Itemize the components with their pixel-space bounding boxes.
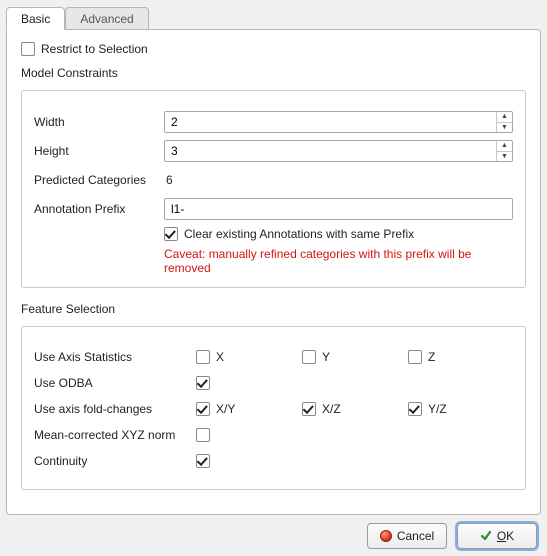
dialog-root: Basic Advanced Restrict to Selection Mod… xyxy=(0,0,547,556)
feature-selection-legend: Feature Selection xyxy=(21,302,526,316)
model-constraints-group: Width ▲ ▼ Height ▲ ▼ xyxy=(21,90,526,288)
restrict-to-selection-label: Restrict to Selection xyxy=(41,42,148,56)
height-step-up[interactable]: ▲ xyxy=(497,141,512,152)
odba-checkbox[interactable] xyxy=(196,376,210,390)
height-step-down[interactable]: ▼ xyxy=(497,152,512,162)
axis-y-checkbox[interactable] xyxy=(302,350,316,364)
ok-button-label: OK xyxy=(497,529,514,543)
height-label: Height xyxy=(34,144,164,158)
ok-button[interactable]: OK xyxy=(457,523,537,549)
axis-z-label: Z xyxy=(428,350,435,364)
clear-annotations-label: Clear existing Annotations with same Pre… xyxy=(184,227,414,241)
continuity-checkbox[interactable] xyxy=(196,454,210,468)
axis-x-checkbox[interactable] xyxy=(196,350,210,364)
fold-xy-checkbox[interactable] xyxy=(196,402,210,416)
model-constraints-legend: Model Constraints xyxy=(21,66,526,80)
predicted-categories-value: 6 xyxy=(164,173,173,187)
fold-yz-label: Y/Z xyxy=(428,402,447,416)
fold-xy-label: X/Y xyxy=(216,402,235,416)
clear-annotations-checkbox[interactable] xyxy=(164,227,178,241)
width-step-up[interactable]: ▲ xyxy=(497,112,512,123)
tab-advanced[interactable]: Advanced xyxy=(65,7,148,30)
annotation-prefix-input[interactable] xyxy=(164,198,513,220)
width-step-down[interactable]: ▼ xyxy=(497,123,512,133)
cancel-button[interactable]: Cancel xyxy=(367,523,447,549)
axis-z-checkbox[interactable] xyxy=(408,350,422,364)
tab-basic[interactable]: Basic xyxy=(6,7,65,30)
axis-stats-label: Use Axis Statistics xyxy=(34,350,196,364)
meancorr-checkbox[interactable] xyxy=(196,428,210,442)
predicted-categories-label: Predicted Categories xyxy=(34,173,164,187)
cancel-icon xyxy=(380,530,392,542)
button-bar: Cancel OK xyxy=(0,515,547,556)
fold-yz-checkbox[interactable] xyxy=(408,402,422,416)
width-input[interactable] xyxy=(165,112,496,132)
feature-selection-group: Use Axis Statistics X Y Z Use ODBA xyxy=(21,326,526,490)
caveat-text: Caveat: manually refined categories with… xyxy=(164,247,513,275)
fold-xz-checkbox[interactable] xyxy=(302,402,316,416)
ok-icon xyxy=(480,530,492,542)
axis-x-label: X xyxy=(216,350,224,364)
annotation-prefix-label: Annotation Prefix xyxy=(34,202,164,216)
meancorr-label: Mean-corrected XYZ norm xyxy=(34,428,196,442)
fold-xz-label: X/Z xyxy=(322,402,341,416)
odba-label: Use ODBA xyxy=(34,376,196,390)
tab-panel-basic: Restrict to Selection Model Constraints … xyxy=(6,29,541,515)
tab-bar: Basic Advanced xyxy=(6,6,547,29)
continuity-label: Continuity xyxy=(34,454,196,468)
axis-y-label: Y xyxy=(322,350,330,364)
width-spinner[interactable]: ▲ ▼ xyxy=(164,111,513,133)
restrict-to-selection-checkbox[interactable] xyxy=(21,42,35,56)
fold-changes-label: Use axis fold-changes xyxy=(34,402,196,416)
width-label: Width xyxy=(34,115,164,129)
height-input[interactable] xyxy=(165,141,496,161)
height-spinner[interactable]: ▲ ▼ xyxy=(164,140,513,162)
cancel-button-label: Cancel xyxy=(397,529,434,543)
